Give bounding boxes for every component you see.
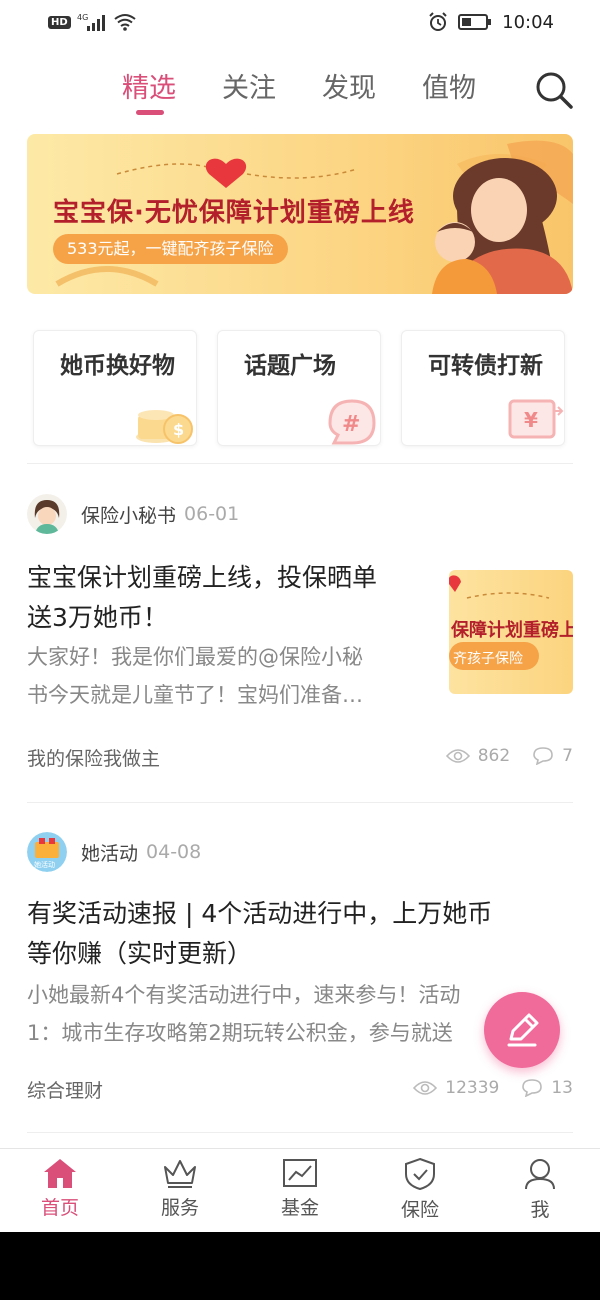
nav-me[interactable]: 我 <box>480 1149 600 1232</box>
compose-button[interactable] <box>484 992 560 1068</box>
status-time: 10:04 <box>502 11 554 33</box>
view-count: 12339 <box>445 1078 500 1098</box>
battery-icon <box>458 14 492 30</box>
tab-discover[interactable]: 发现 <box>322 66 376 105</box>
post-title[interactable]: 有奖活动速报 | 4个活动进行中，上万她币 等你赚（实时更新） <box>27 894 492 974</box>
tab-featured[interactable]: 精选 <box>122 66 176 105</box>
svg-text:¥: ¥ <box>524 408 538 432</box>
post-excerpt-line: 大家好！我是你们最爱的@保险小秘 <box>27 645 363 669</box>
quick-entry-label: 她币换好物 <box>60 353 175 379</box>
tab-following[interactable]: 关注 <box>222 66 276 105</box>
avatar <box>27 494 67 534</box>
search-icon[interactable] <box>534 70 574 110</box>
nav-home[interactable]: 首页 <box>0 1149 120 1232</box>
post-excerpt-line: 书今天就是儿童节了！宝妈们准备… <box>27 683 363 707</box>
avatar-caption: 她活动 <box>34 860 55 869</box>
thumbnail-subtitle: 齐孩子保险 <box>453 651 523 667</box>
chart-icon <box>283 1159 317 1187</box>
network-label: 4G <box>77 13 88 22</box>
comment-icon <box>522 1079 543 1097</box>
home-icon <box>44 1159 76 1188</box>
status-bar: HD 4G 10:04 <box>0 0 600 44</box>
author-name: 保险小秘书 <box>81 504 177 527</box>
post-title[interactable]: 宝宝保计划重磅上线，投保晒单 送3万她币！ <box>27 558 377 638</box>
post-thumbnail[interactable]: 保障计划重磅上 齐孩子保险 <box>449 570 573 694</box>
nav-label: 首页 <box>40 1197 79 1219</box>
status-left: HD 4G <box>48 12 137 32</box>
yen-swap-icon: ¥ <box>508 399 564 439</box>
feed-post[interactable]: 保险小秘书 06-01 宝宝保计划重磅上线，投保晒单 送3万她币！ 大家好！我是… <box>27 494 573 784</box>
view-count: 862 <box>477 746 511 766</box>
quick-entry-label: 话题广场 <box>244 353 336 379</box>
divider <box>27 463 573 464</box>
nav-insurance[interactable]: 保险 <box>360 1149 480 1232</box>
pencil-icon <box>507 1013 539 1047</box>
svg-text:$: $ <box>173 420 184 439</box>
active-tab-indicator <box>136 110 164 115</box>
nav-label: 服务 <box>160 1197 199 1219</box>
alarm-icon <box>429 12 447 31</box>
status-right: 10:04 <box>428 12 554 33</box>
author-name: 她活动 <box>81 842 139 865</box>
hashtag-icon: # <box>328 399 376 445</box>
post-date: 04-08 <box>146 841 202 863</box>
post-stats: 862 7 <box>445 746 573 766</box>
bottom-nav: 首页 服务 基金 保险 我 <box>0 1148 600 1232</box>
post-tag[interactable]: 综合理财 <box>27 1076 103 1103</box>
post-author[interactable]: 她活动 她活动 04-08 <box>27 832 201 872</box>
post-title-line: 宝宝保计划重磅上线，投保晒单 <box>27 563 378 592</box>
hd-badge: HD <box>48 15 71 29</box>
feed-post[interactable]: 她活动 她活动 04-08 有奖活动速报 | 4个活动进行中，上万她币 等你赚（… <box>27 832 573 1112</box>
nav-fund[interactable]: 基金 <box>240 1149 360 1232</box>
nav-label: 我 <box>530 1199 550 1221</box>
crown-icon <box>164 1160 196 1188</box>
avatar: 她活动 <box>27 832 67 872</box>
post-tag[interactable]: 我的保险我做主 <box>27 744 160 771</box>
quick-entry-label: 可转债打新 <box>428 353 543 379</box>
post-stats: 12339 13 <box>413 1078 573 1098</box>
nav-label: 基金 <box>280 1197 319 1219</box>
post-date: 06-01 <box>184 503 240 525</box>
comment-count: 13 <box>551 1078 573 1098</box>
post-title-line: 有奖活动速报 | 4个活动进行中，上万她币 <box>27 899 493 928</box>
svg-text:#: # <box>342 412 360 437</box>
post-author[interactable]: 保险小秘书 06-01 <box>27 494 239 534</box>
nav-services[interactable]: 服务 <box>120 1149 240 1232</box>
quick-entry-bond-ipo[interactable]: 可转债打新 ¥ <box>401 330 565 446</box>
comment-count: 7 <box>562 746 573 766</box>
promo-banner[interactable]: 宝宝保·无忧保障计划重磅上线 533元起，一键配齐孩子保险 <box>27 134 573 294</box>
comment-icon <box>533 747 553 765</box>
wifi-icon <box>114 14 136 31</box>
post-title-line: 送3万她币！ <box>27 603 168 632</box>
shield-icon <box>405 1157 435 1191</box>
divider <box>27 1132 573 1133</box>
system-navigation-bar <box>0 1232 600 1300</box>
top-tabs: 精选 关注 发现 值物 <box>0 66 600 122</box>
nav-label: 保险 <box>400 1199 439 1221</box>
post-title-line: 等你赚（实时更新） <box>27 939 253 968</box>
banner-subtitle: 533元起，一键配齐孩子保险 <box>53 234 288 264</box>
divider <box>27 802 573 803</box>
eye-icon <box>445 749 470 763</box>
signal-icon: 4G <box>77 13 105 31</box>
eye-icon <box>413 1081 438 1095</box>
thumbnail-title: 保障计划重磅上 <box>451 620 573 641</box>
quick-entry-coin-exchange[interactable]: 她币换好物 $ <box>33 330 197 446</box>
coin-icon: $ <box>136 410 193 444</box>
user-icon <box>525 1159 555 1190</box>
post-excerpt: 大家好！我是你们最爱的@保险小秘 书今天就是儿童节了！宝妈们准备… <box>27 638 363 714</box>
banner-title: 宝宝保·无忧保障计划重磅上线 <box>53 198 415 228</box>
quick-entry-topic-square[interactable]: 话题广场 # <box>217 330 381 446</box>
tab-worth[interactable]: 值物 <box>422 66 476 105</box>
